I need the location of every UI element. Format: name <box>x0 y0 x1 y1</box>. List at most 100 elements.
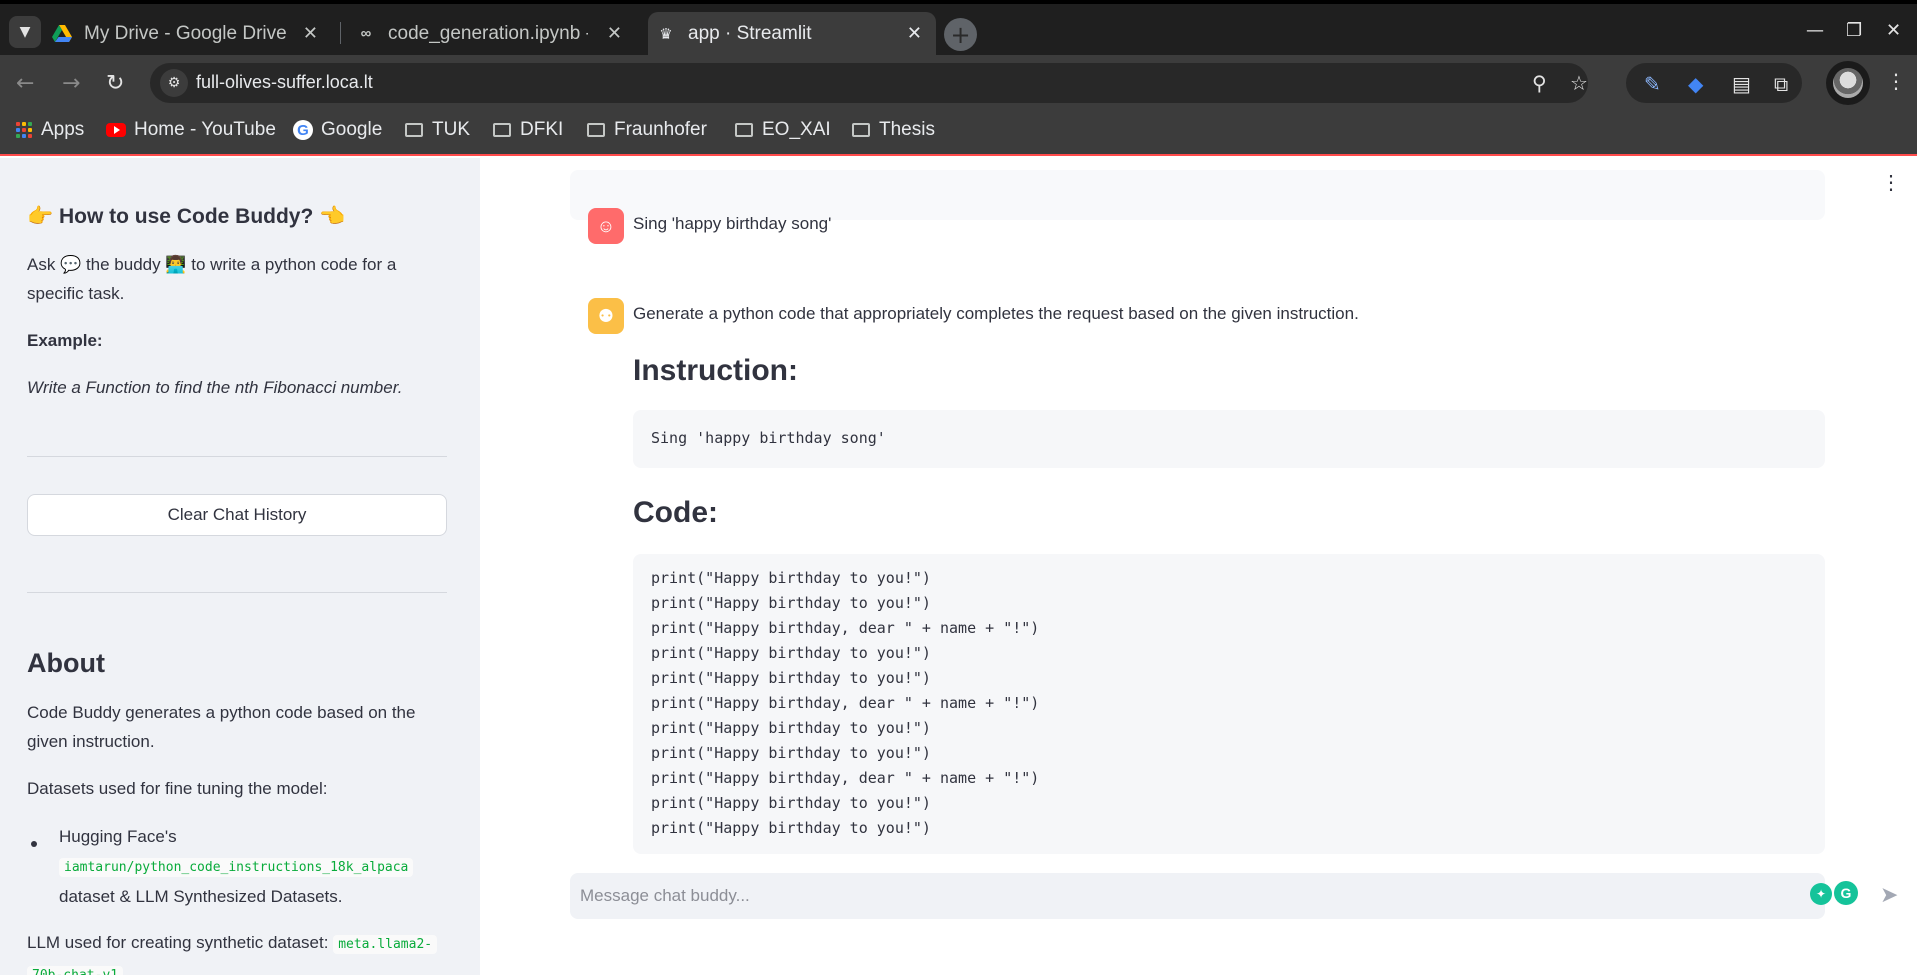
about-heading: About <box>27 648 105 678</box>
list-bullet <box>31 841 37 847</box>
code-line: print("Happy birthday to you!") <box>651 819 931 837</box>
code-line: print("Happy birthday to you!") <box>651 744 931 762</box>
bookmark-google[interactable]: G Google <box>293 119 382 141</box>
bookmark-label: TUK <box>432 119 470 140</box>
tab-colab-notebook[interactable]: ∞ code_generation.ipynb - ✕ <box>356 12 636 55</box>
llm-label: LLM used for creating synthetic dataset: <box>27 933 329 952</box>
bookmark-folder-fraunhofer[interactable]: Fraunhofer <box>587 119 707 141</box>
code-heading: Code: <box>633 496 718 529</box>
bookmark-label: Home - YouTube <box>134 119 276 140</box>
sidebar-intro: Ask 💬 the buddy 👨‍💻 to write a python co… <box>27 255 397 303</box>
user-message-text: Sing 'happy birthday song' <box>633 214 832 233</box>
tab-close-icon[interactable]: ✕ <box>303 23 318 44</box>
google-drive-icon <box>52 24 72 44</box>
tab-title: My Drive - Google Drive <box>84 22 287 44</box>
folder-icon <box>405 123 423 137</box>
folder-icon <box>735 123 753 137</box>
forward-icon[interactable]: → <box>62 71 80 96</box>
url-text[interactable]: full-olives-suffer.loca.lt <box>196 72 373 93</box>
zoom-icon[interactable]: ⚲ <box>1532 71 1547 95</box>
extensions-puzzle-icon[interactable]: ⧉ <box>1774 72 1788 96</box>
bookmarks-bar: Apps Home - YouTube G Google TUK DFKI Fr… <box>0 111 1917 156</box>
browser-tab-bar: ▼ My Drive - Google Drive ✕ ∞ code_gener… <box>0 0 1917 55</box>
tab-separator <box>340 22 341 44</box>
bookmark-folder-eo-xai[interactable]: EO_XAI <box>735 119 831 141</box>
bookmark-youtube[interactable]: Home - YouTube <box>106 119 276 141</box>
bookmark-label: DFKI <box>520 119 564 140</box>
tab-close-icon[interactable]: ✕ <box>607 23 622 44</box>
about-text: Code Buddy generates a python code based… <box>27 703 416 751</box>
chat-main-area: ⋮ ☺ Sing 'happy birthday song' ⚉ Generat… <box>480 158 1917 975</box>
document-extension-icon[interactable]: ▤ <box>1732 72 1751 96</box>
bookmark-label: Apps <box>41 119 85 140</box>
tab-title: app · Streamlit <box>688 22 812 44</box>
example-label: Example: <box>27 331 103 350</box>
grammarly-icon[interactable]: G <box>1834 881 1858 905</box>
browser-menu-icon[interactable]: ⋮ <box>1886 69 1906 93</box>
code-line: print("Happy birthday, dear " + name + "… <box>651 694 1040 712</box>
code-block: print("Happy birthday to you!") print("H… <box>633 554 1825 854</box>
grammarly-bulb-icon[interactable]: ✦ <box>1810 883 1832 905</box>
bookmark-folder-tuk[interactable]: TUK <box>405 119 470 141</box>
back-icon[interactable]: ← <box>16 71 34 96</box>
window-close-icon[interactable]: ✕ <box>1886 20 1901 41</box>
youtube-icon <box>106 123 126 137</box>
code-line: print("Happy birthday, dear " + name + "… <box>651 769 1040 787</box>
send-icon[interactable]: ➤ <box>1880 882 1898 908</box>
code-line: print("Happy birthday to you!") <box>651 719 931 737</box>
minimize-icon[interactable]: — <box>1806 20 1824 41</box>
restore-icon[interactable]: ❐ <box>1846 20 1862 41</box>
instruction-codeblock: Sing 'happy birthday song' <box>633 410 1825 468</box>
google-icon: G <box>293 120 313 140</box>
llm-trailing: . <box>123 964 128 975</box>
folder-icon <box>587 123 605 137</box>
tab-search-dropdown-icon[interactable]: ▼ <box>9 16 41 48</box>
bookmark-label: Thesis <box>879 119 935 140</box>
dataset-suffix: dataset & LLM Synthesized Datasets. <box>59 887 343 906</box>
reload-icon[interactable]: ↻ <box>106 71 124 96</box>
folder-icon <box>493 123 511 137</box>
folder-icon <box>852 123 870 137</box>
bookmark-folder-thesis[interactable]: Thesis <box>852 119 935 141</box>
divider <box>27 592 447 593</box>
user-avatar-icon: ☺ <box>588 208 624 244</box>
llm-code: meta.llama2- <box>333 935 438 954</box>
user-message-bubble <box>570 170 1825 220</box>
site-info-icon[interactable]: ⚙ <box>160 69 188 97</box>
instruction-heading: Instruction: <box>633 354 798 387</box>
apps-grid-icon <box>16 122 32 138</box>
omnibox[interactable]: ⚙ full-olives-suffer.loca.lt ⚲ ☆ <box>150 63 1588 103</box>
clear-chat-history-button[interactable]: Clear Chat History <box>27 494 447 536</box>
bot-avatar-icon: ⚉ <box>588 298 624 334</box>
chat-message-input[interactable] <box>580 883 1680 909</box>
bookmark-label: Fraunhofer <box>614 119 707 140</box>
example-text: Write a Function to find the nth Fibonac… <box>27 378 403 397</box>
tab-close-icon[interactable]: ✕ <box>907 23 922 44</box>
code-line: print("Happy birthday to you!") <box>651 794 931 812</box>
tab-streamlit-app[interactable]: ♛ app · Streamlit ✕ <box>648 12 936 55</box>
app-sidebar: 👉 How to use Code Buddy? 👈 Ask 💬 the bud… <box>0 158 480 975</box>
sidebar-title: 👉 How to use Code Buddy? 👈 <box>27 205 346 228</box>
bookmark-star-icon[interactable]: ☆ <box>1570 71 1588 95</box>
new-tab-button[interactable]: + <box>944 18 977 51</box>
code-line: print("Happy birthday to you!") <box>651 644 931 662</box>
code-line: Sing 'happy birthday song' <box>651 429 886 447</box>
bookmark-folder-dfki[interactable]: DFKI <box>493 119 563 141</box>
shield-extension-icon[interactable]: ◆ <box>1688 72 1703 96</box>
datasets-label: Datasets used for fine tuning the model: <box>27 779 328 798</box>
address-bar-row: ← → ↻ ⚙ full-olives-suffer.loca.lt ⚲ ☆ ✎… <box>0 55 1917 111</box>
tab-google-drive[interactable]: My Drive - Google Drive ✕ <box>52 12 332 55</box>
chat-input-container: ✦ G ➤ <box>570 873 1898 919</box>
bookmark-label: EO_XAI <box>762 119 831 140</box>
tab-title: code_generation.ipynb - <box>388 22 588 44</box>
profile-avatar[interactable] <box>1826 61 1870 105</box>
bookmark-apps[interactable]: Apps <box>16 119 84 141</box>
llm-info: LLM used for creating synthetic dataset:… <box>27 928 447 975</box>
streamlit-icon: ♛ <box>659 25 673 43</box>
eyedropper-extension-icon[interactable]: ✎ <box>1644 72 1661 96</box>
code-line: print("Happy birthday, dear " + name + "… <box>651 619 1040 637</box>
dataset-list-item: Hugging Face's iamtarun/python_code_inst… <box>59 822 449 911</box>
dataset-prefix: Hugging Face's <box>59 827 177 846</box>
extensions-group: ✎ ◆ ▤ ⧉ <box>1626 63 1802 103</box>
app-menu-icon[interactable]: ⋮ <box>1881 170 1901 195</box>
